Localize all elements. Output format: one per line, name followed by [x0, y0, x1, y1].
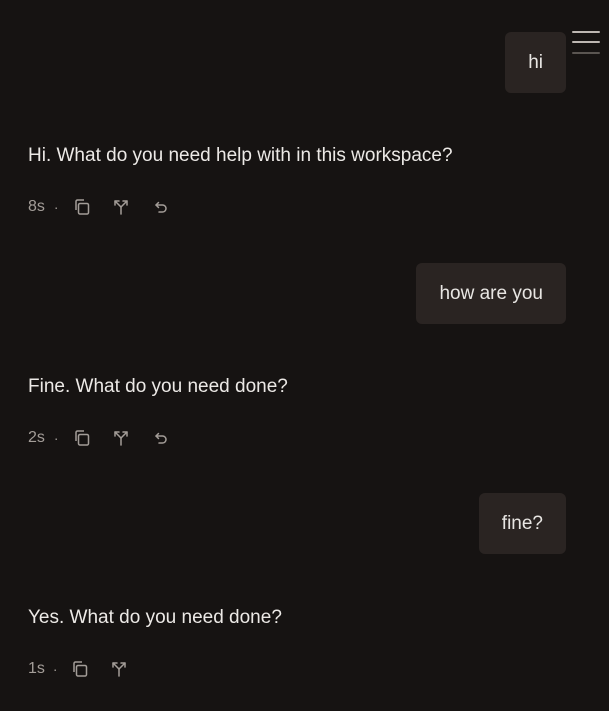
response-duration: 8s — [28, 198, 45, 215]
hamburger-menu-icon[interactable] — [572, 29, 600, 57]
response-duration: 1s — [28, 660, 45, 677]
response-duration: 2s — [28, 429, 45, 446]
user-message-text: how are you — [439, 283, 543, 304]
copy-icon[interactable] — [69, 658, 91, 680]
separator-dot: · — [53, 430, 59, 446]
chat-thread: hi Hi. What do you need help with in thi… — [0, 0, 609, 711]
branch-icon[interactable] — [110, 196, 132, 218]
retry-icon[interactable] — [149, 196, 171, 218]
user-message-text: fine? — [501, 513, 543, 534]
branch-icon[interactable] — [108, 658, 130, 680]
copy-icon[interactable] — [71, 427, 93, 449]
message-actions: 2s · — [28, 427, 188, 449]
user-message-bubble: how are you — [416, 263, 566, 324]
assistant-message-text: Fine. What do you need done? — [28, 376, 288, 397]
user-message-bubble: hi — [505, 32, 566, 93]
separator-dot: · — [52, 661, 58, 677]
user-message-bubble: fine? — [478, 493, 566, 554]
assistant-message-text: Yes. What do you need done? — [28, 607, 282, 628]
branch-icon[interactable] — [110, 427, 132, 449]
separator-dot: · — [53, 199, 59, 215]
copy-icon[interactable] — [71, 196, 93, 218]
retry-icon[interactable] — [149, 427, 171, 449]
message-actions: 8s · — [28, 196, 188, 218]
message-actions: 1s · — [28, 658, 147, 680]
assistant-message-text: Hi. What do you need help with in this w… — [28, 145, 453, 166]
user-message-text: hi — [528, 52, 543, 73]
